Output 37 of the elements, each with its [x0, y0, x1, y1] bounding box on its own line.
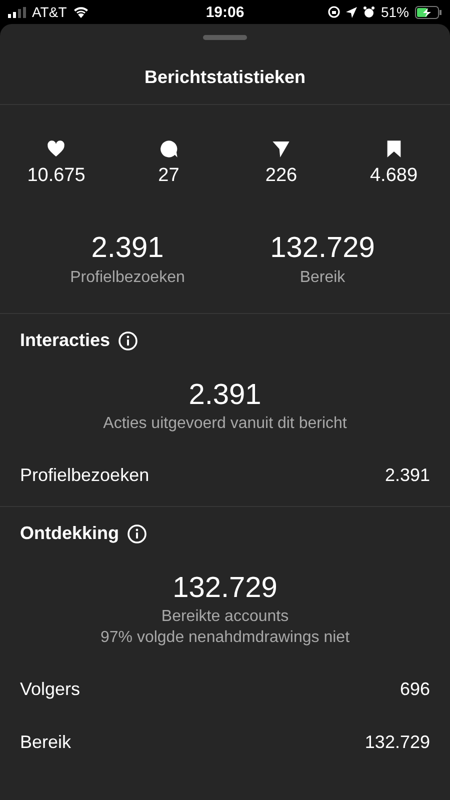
metric-value: 2.391: [188, 379, 262, 412]
carrier-name: AT&T: [32, 4, 67, 20]
wifi-icon: [72, 6, 89, 18]
metric-caption: Bereikte accounts: [161, 608, 289, 626]
metric-caption: Acties uitgevoerd vanuit dit bericht: [103, 415, 347, 433]
metric-value: 2.391: [91, 232, 164, 265]
alarm-clock-icon: [362, 6, 375, 18]
row-label: Profielbezoeken: [20, 465, 150, 486]
speech-bubble-icon: [158, 139, 179, 159]
location-arrow-icon: [346, 6, 357, 18]
row-value: 132.729: [364, 732, 430, 753]
sheet-title: Berichtstatistieken: [143, 66, 307, 89]
stat-count: 4.689: [370, 165, 418, 187]
rotation-lock-icon: [328, 6, 340, 18]
row-value: 2.391: [384, 465, 430, 486]
battery-icon: [415, 6, 442, 18]
row-value: 696: [400, 679, 430, 700]
metric-label: Bereik: [300, 269, 346, 287]
row-label: Bereik: [20, 732, 72, 753]
clock-time: 19:06: [206, 4, 244, 20]
stat-count: 10.675: [27, 165, 86, 187]
heart-icon: [46, 139, 66, 159]
row-label: Volgers: [20, 679, 80, 700]
battery-percentage: 51%: [380, 4, 409, 20]
metric-label: Profielbezoeken: [70, 269, 185, 287]
info-icon[interactable]: [127, 524, 148, 544]
info-icon[interactable]: [118, 330, 138, 350]
section-heading: Interacties: [20, 330, 110, 351]
stat-count: 226: [265, 165, 298, 187]
metric-value: 132.729: [172, 572, 278, 605]
signal-icon: [8, 6, 26, 18]
paper-plane-icon: [271, 139, 292, 159]
metric-value: 132.729: [270, 232, 375, 265]
drag-handle[interactable]: [203, 35, 247, 40]
metric-caption: 97% volgde nenahdmdrawings niet: [100, 629, 350, 647]
stat-count: 27: [158, 165, 180, 187]
section-heading: Ontdekking: [20, 523, 120, 544]
